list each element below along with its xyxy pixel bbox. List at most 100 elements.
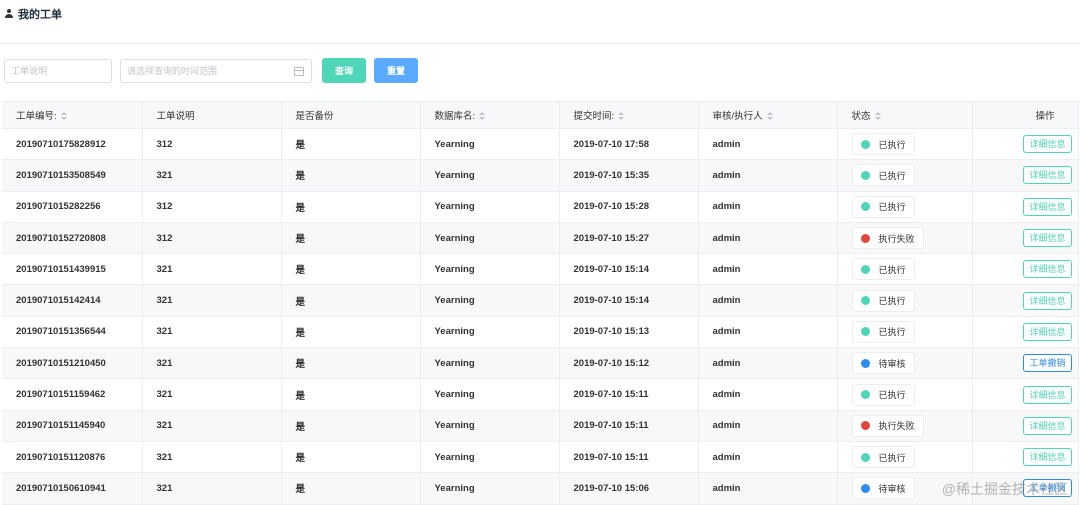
cell-backup: 是 — [281, 191, 420, 222]
status-badge: 已执行 — [852, 384, 915, 406]
description-input[interactable]: 工单说明 — [4, 59, 112, 83]
status-badge: 待审核 — [852, 477, 915, 499]
details-button[interactable]: 详细信息 — [1023, 448, 1071, 466]
cell-database: Yearning — [420, 316, 559, 347]
column-header-backup: 是否备份 — [281, 102, 420, 129]
column-header-database[interactable]: 数据库名: — [420, 102, 559, 129]
details-button[interactable]: 详细信息 — [1023, 260, 1071, 278]
cell-backup: 是 — [281, 410, 420, 441]
status-dot-icon — [861, 234, 870, 243]
column-header-label: 工单说明 — [157, 111, 195, 122]
column-header-label: 状态 — [852, 111, 871, 122]
cell-submit-time: 2019-07-10 17:58 — [559, 129, 698, 160]
cell-status: 执行失败 — [837, 410, 972, 441]
cell-database: Yearning — [420, 129, 559, 160]
sort-icon[interactable] — [618, 112, 624, 120]
cell-id: 20190710152720808 — [2, 222, 142, 253]
status-dot-icon — [861, 484, 870, 493]
cell-reviewer: admin — [698, 348, 837, 379]
cell-submit-time: 2019-07-10 15:28 — [559, 191, 698, 222]
status-badge: 执行失败 — [852, 415, 924, 437]
table-header-row: 工单编号: 工单说明 是否备份 数据库名: 提交时间: 审核/执行人 状态 操作 — [2, 102, 1078, 129]
status-dot-icon — [861, 265, 870, 274]
cell-database: Yearning — [420, 473, 559, 504]
details-button[interactable]: 详细信息 — [1023, 292, 1071, 310]
cell-description: 321 — [142, 160, 281, 191]
cell-submit-time: 2019-07-10 15:14 — [559, 285, 698, 316]
status-label: 已执行 — [879, 263, 906, 276]
revoke-order-button[interactable]: 工单撤销 — [1023, 354, 1071, 372]
cell-submit-time: 2019-07-10 15:12 — [559, 348, 698, 379]
status-dot-icon — [861, 390, 870, 399]
table-row: 20190710150610941321是Yearning2019-07-10 … — [2, 473, 1078, 504]
cell-backup: 是 — [281, 379, 420, 410]
cell-description: 321 — [142, 316, 281, 347]
sort-icon[interactable] — [61, 112, 67, 120]
status-label: 已执行 — [879, 325, 906, 338]
cell-status: 已执行 — [837, 285, 972, 316]
column-header-actions: 操作 — [972, 102, 1078, 129]
column-header-reviewer[interactable]: 审核/执行人 — [698, 102, 837, 129]
cell-database: Yearning — [420, 379, 559, 410]
cell-id: 20190710151210450 — [2, 348, 142, 379]
cell-submit-time: 2019-07-10 15:27 — [559, 222, 698, 253]
column-header-status[interactable]: 状态 — [837, 102, 972, 129]
status-dot-icon — [861, 359, 870, 368]
details-button[interactable]: 详细信息 — [1023, 386, 1071, 404]
cell-database: Yearning — [420, 160, 559, 191]
cell-database: Yearning — [420, 441, 559, 472]
query-button[interactable]: 查询 — [322, 58, 366, 83]
cell-description: 321 — [142, 410, 281, 441]
cell-id: 20190710151120876 — [2, 441, 142, 472]
sort-icon[interactable] — [479, 112, 485, 120]
header-title-group: 我的工单 — [4, 6, 62, 22]
cell-id: 20190710151145940 — [2, 410, 142, 441]
table-row: 20190710153508549321是Yearning2019-07-10 … — [2, 160, 1078, 191]
status-badge: 已执行 — [852, 196, 915, 218]
cell-actions: 工单撤销 — [972, 348, 1078, 379]
cell-backup: 是 — [281, 441, 420, 472]
cell-backup: 是 — [281, 316, 420, 347]
cell-backup: 是 — [281, 285, 420, 316]
details-button[interactable]: 详细信息 — [1023, 229, 1071, 247]
column-header-submit-time[interactable]: 提交时间: — [559, 102, 698, 129]
cell-reviewer: admin — [698, 316, 837, 347]
status-label: 执行失败 — [879, 419, 915, 432]
sort-icon[interactable] — [767, 112, 773, 120]
cell-description: 321 — [142, 379, 281, 410]
column-header-id[interactable]: 工单编号: — [2, 102, 142, 129]
column-header-label: 审核/执行人 — [713, 111, 763, 122]
details-button[interactable]: 详细信息 — [1023, 166, 1071, 184]
time-range-placeholder: 请选择查询的时间范围 — [127, 64, 217, 77]
table-row: 20190710151210450321是Yearning2019-07-10 … — [2, 348, 1078, 379]
status-badge: 待审核 — [852, 352, 915, 374]
status-badge: 已执行 — [852, 258, 915, 280]
column-header-label: 操作 — [1035, 111, 1054, 122]
cell-actions: 详细信息 — [972, 254, 1078, 285]
cell-id: 20190710151439915 — [2, 254, 142, 285]
page-title: 我的工单 — [18, 6, 62, 22]
details-button[interactable]: 详细信息 — [1023, 135, 1071, 153]
cell-status: 已执行 — [837, 379, 972, 410]
reset-button[interactable]: 重置 — [374, 58, 418, 83]
cell-status: 已执行 — [837, 254, 972, 285]
cell-database: Yearning — [420, 254, 559, 285]
sort-icon[interactable] — [875, 112, 881, 120]
column-header-label: 工单编号: — [16, 111, 57, 122]
cell-actions: 详细信息 — [972, 285, 1078, 316]
cell-reviewer: admin — [698, 410, 837, 441]
cell-database: Yearning — [420, 285, 559, 316]
cell-actions: 详细信息 — [972, 129, 1078, 160]
cell-submit-time: 2019-07-10 15:11 — [559, 379, 698, 410]
time-range-input[interactable]: 请选择查询的时间范围 — [120, 59, 312, 83]
details-button[interactable]: 详细信息 — [1023, 198, 1071, 216]
status-label: 已执行 — [879, 169, 906, 182]
table-row: 20190710175828912312是Yearning2019-07-10 … — [2, 129, 1078, 160]
cell-backup: 是 — [281, 222, 420, 253]
cell-database: Yearning — [420, 410, 559, 441]
details-button[interactable]: 详细信息 — [1023, 417, 1071, 435]
cell-actions: 详细信息 — [972, 160, 1078, 191]
column-header-label: 数据库名: — [435, 111, 476, 122]
details-button[interactable]: 详细信息 — [1023, 323, 1071, 341]
page-header: 我的工单 — [0, 0, 1080, 44]
